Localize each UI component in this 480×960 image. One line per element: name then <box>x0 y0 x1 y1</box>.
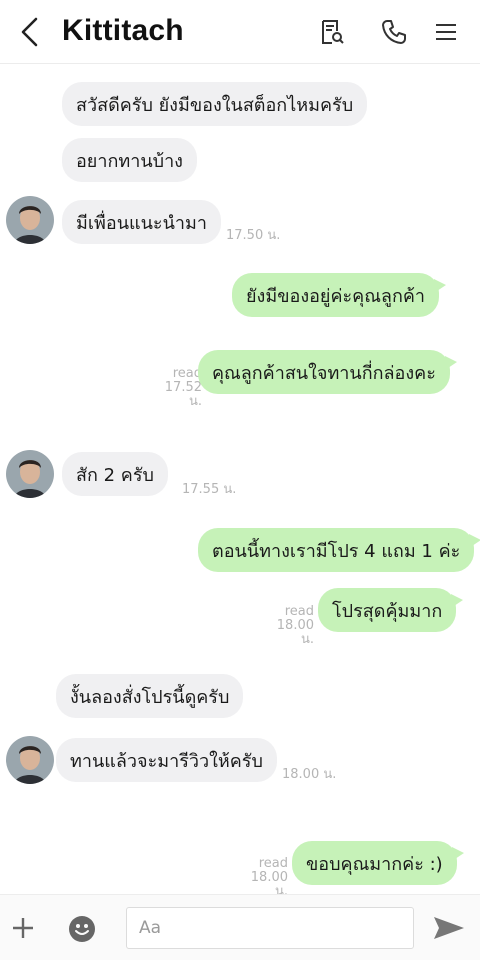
send-button[interactable] <box>432 915 466 945</box>
message-bubble-outgoing[interactable]: ขอบคุณมากค่ะ :) <box>292 841 464 885</box>
message-bubble-outgoing[interactable]: โปรสุดคุ้มมาก <box>318 588 464 632</box>
chat-header: Kittitach <box>0 0 480 64</box>
avatar[interactable] <box>6 736 54 784</box>
emoji-button[interactable] <box>68 915 96 947</box>
message-input-placeholder: Aa <box>139 918 162 938</box>
message-text: ยังมีของอยู่ค่ะคุณลูกค้า <box>246 285 425 307</box>
message-bubble-incoming[interactable]: สวัสดีครับ ยังมีของในสต็อกไหมครับ <box>62 82 368 126</box>
message-bubble-incoming[interactable]: ทานแล้วจะมารีวิวให้ครับ <box>56 738 277 782</box>
message-time: 18.00 น. <box>282 767 337 782</box>
message-bubble-outgoing[interactable]: คุณลูกค้าสนใจทานกี่กล่องคะ <box>198 350 457 394</box>
message-bubble-outgoing[interactable]: ตอนนี้ทางเรามีโปร 4 แถม 1 ค่ะ <box>198 528 480 572</box>
read-label: read <box>258 856 288 871</box>
back-button[interactable] <box>14 14 46 50</box>
notes-search-button[interactable] <box>318 18 346 46</box>
message-time: 17.50 น. <box>226 228 281 243</box>
add-button[interactable] <box>10 915 36 945</box>
message-input[interactable]: Aa <box>126 907 414 949</box>
message-bubble-incoming[interactable]: สัก 2 ครับ <box>62 452 168 496</box>
message-bubble-incoming[interactable]: มีเพื่อนแนะนำมา <box>62 200 221 244</box>
message-bubble-incoming[interactable]: งั้นลองสั่งโปรนี้ดูครับ <box>56 674 244 718</box>
message-read-status: read 18.00 น. <box>236 857 288 899</box>
chevron-left-icon <box>21 17 38 47</box>
avatar[interactable] <box>6 196 54 244</box>
phone-icon <box>382 20 406 44</box>
menu-button[interactable] <box>432 18 460 46</box>
avatar-image <box>6 450 54 498</box>
send-icon <box>434 917 464 939</box>
plus-icon <box>13 918 33 938</box>
avatar-image <box>6 196 54 244</box>
message-time: 18.00 น. <box>276 618 314 647</box>
message-text: โปรสุดคุ้มมาก <box>332 600 443 622</box>
message-bubble-outgoing[interactable]: ยังมีของอยู่ค่ะคุณลูกค้า <box>232 273 446 317</box>
avatar-image <box>6 736 54 784</box>
avatar[interactable] <box>6 450 54 498</box>
message-time: 17.55 น. <box>182 482 237 497</box>
message-text: อยากทานบ้าง <box>76 150 183 172</box>
message-text: ทานแล้วจะมารีวิวให้ครับ <box>70 750 263 772</box>
chat-title: Kittitach <box>62 14 184 47</box>
read-label: read <box>284 604 314 619</box>
message-text: งั้นลองสั่งโปรนี้ดูครับ <box>70 686 230 708</box>
message-time: 17.52 น. <box>164 380 202 409</box>
message-bubble-incoming[interactable]: อยากทานบ้าง <box>62 138 197 182</box>
message-text: ขอบคุณมากค่ะ :) <box>306 853 443 875</box>
message-text: คุณลูกค้าสนใจทานกี่กล่องคะ <box>212 362 436 384</box>
message-read-status: read 18.00 น. <box>262 605 314 647</box>
menu-icon <box>436 24 456 40</box>
message-text: สัก 2 ครับ <box>76 464 154 486</box>
message-read-status: read 17.52 น. <box>150 367 202 409</box>
message-text: ตอนนี้ทางเรามีโปร 4 แถม 1 ค่ะ <box>212 540 461 562</box>
emoji-icon <box>69 916 95 942</box>
read-label: read <box>172 366 202 381</box>
message-composer: Aa <box>0 894 480 960</box>
message-text: มีเพื่อนแนะนำมา <box>76 212 207 234</box>
notes-search-icon <box>322 20 344 44</box>
message-text: สวัสดีครับ ยังมีของในสต็อกไหมครับ <box>76 94 354 116</box>
call-button[interactable] <box>380 18 408 46</box>
